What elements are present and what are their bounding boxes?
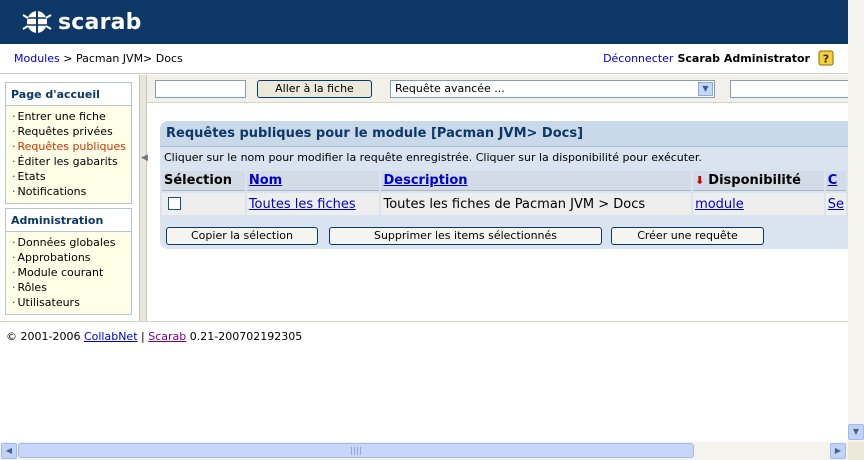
column-description: Description: [381, 171, 692, 191]
query-name-link[interactable]: Toutes les fiches: [249, 197, 356, 212]
breadcrumb: Modules > Pacman JVM> Docs: [14, 52, 183, 65]
user-box: Déconnecter Scarab Administrator ?: [603, 50, 834, 66]
sidebar-item-notifications[interactable]: · Notifications: [12, 184, 131, 199]
sidebar-item-label: Rôles: [17, 281, 47, 294]
breadcrumb-modules-link[interactable]: Modules: [14, 52, 60, 65]
page-footer: © 2001-2006 CollabNet | Scarab 0.21-2007…: [0, 321, 848, 442]
panel-info-text: Cliquer sur le nom pour modifier la requ…: [164, 151, 702, 164]
column-selection: Sélection: [162, 171, 245, 191]
sidebar-item-label: Notifications: [17, 185, 87, 198]
create-query-button[interactable]: Créer une requête: [611, 227, 764, 245]
breadcrumb-path: > Pacman JVM> Docs: [59, 52, 183, 65]
goto-issue-button[interactable]: Aller à la fiche: [257, 80, 372, 98]
home-menu: Page d'accueil · Entrer une fiche · Requêt…: [5, 82, 132, 204]
footer-separator: |: [137, 330, 149, 343]
version-text: 0.21-200702192305: [186, 330, 303, 343]
grip-icon: [351, 447, 361, 455]
logo-text: scarab: [58, 9, 142, 35]
toolbar: Aller à la fiche Requête avancée ... ▼: [147, 75, 848, 103]
sidebar-item-public-queries[interactable]: · Requêtes publiques: [12, 139, 131, 154]
sort-desc-arrow-icon[interactable]: ⬇: [695, 174, 704, 187]
sidebar-item-label: Données globales: [17, 236, 116, 249]
sort-by-name-link[interactable]: Nom: [249, 173, 282, 188]
sidebar-item-label: Requêtes publiques: [17, 140, 126, 153]
collabnet-link[interactable]: CollabNet: [84, 330, 138, 343]
row-name-cell: Toutes les fiches: [246, 193, 380, 215]
sidebar-item-label: Utilisateurs: [17, 296, 80, 309]
panel-header: Requêtes publiques pour le module [Pacma…: [160, 121, 848, 147]
scroll-corner: [848, 442, 864, 460]
sidebar: Page d'accueil · Entrer une fiche · Requêt…: [0, 75, 147, 321]
row-select-cell: [162, 193, 245, 215]
query-select[interactable]: Requête avancée ... ▼: [390, 80, 715, 98]
sidebar-item-users[interactable]: · Utilisateurs: [12, 295, 131, 310]
panel-title: Requêtes publiques pour le module [Pacma…: [166, 126, 584, 141]
home-menu-title: Page d'accueil: [6, 83, 131, 106]
scarab-logo-icon: [22, 11, 52, 33]
sidebar-item-private-queries[interactable]: · Requêtes privées: [12, 124, 131, 139]
issue-id-input[interactable]: [155, 80, 246, 98]
user-name: Scarab Administrator: [677, 51, 810, 65]
queries-table: Sélection Nom Description ⬇ Disponibilité…: [160, 169, 848, 217]
sidebar-item-label: Module courant: [17, 266, 104, 279]
collapse-arrow-icon[interactable]: ◀: [141, 153, 148, 163]
sidebar-item-roles[interactable]: · Rôles: [12, 280, 131, 295]
svg-text:?: ?: [823, 53, 829, 66]
row-availability-cell: module: [693, 193, 824, 215]
admin-menu-title: Administration: [6, 209, 131, 232]
sidebar-item-approvals[interactable]: · Approbations: [12, 250, 131, 265]
sort-by-description-link[interactable]: Description: [383, 173, 467, 188]
breadcrumb-bar: Modules > Pacman JVM> Docs Déconnecter S…: [0, 44, 848, 74]
row-extra-link[interactable]: Se: [828, 197, 844, 212]
row-extra-cell: Se: [825, 193, 846, 215]
horizontal-scroll-thumb[interactable]: [18, 443, 694, 458]
column-availability[interactable]: ⬇ Disponibilité: [693, 171, 824, 191]
sort-by-extra-link[interactable]: C: [828, 173, 838, 188]
scarab-link[interactable]: Scarab: [148, 330, 186, 343]
scarab-logo[interactable]: scarab: [22, 8, 142, 36]
column-selection-label: Sélection: [164, 173, 233, 188]
column-availability-label: Disponibilité: [708, 173, 801, 188]
logout-link[interactable]: Déconnecter: [603, 52, 673, 65]
admin-menu: Administration · Données globales · Approb…: [5, 208, 132, 315]
sidebar-item-current-module[interactable]: · Module courant: [12, 265, 131, 280]
sidebar-splitter[interactable]: ◀: [139, 75, 148, 322]
row-checkbox[interactable]: [168, 197, 181, 210]
run-query-link[interactable]: module: [695, 197, 744, 212]
query-select-value: Requête avancée ...: [395, 82, 505, 95]
chevron-down-icon[interactable]: ▼: [698, 82, 713, 96]
scroll-right-arrow-icon[interactable]: ▶: [830, 443, 846, 459]
sidebar-item-global-data[interactable]: · Données globales: [12, 235, 131, 250]
sidebar-item-edit-templates[interactable]: · Éditer les gabarits: [12, 154, 131, 169]
row-description-cell: Toutes les fiches de Pacman JVM > Docs: [381, 193, 692, 215]
scroll-left-arrow-icon[interactable]: ◀: [1, 443, 17, 459]
vertical-scrollbar[interactable]: ▼: [848, 0, 864, 442]
scroll-down-arrow-icon[interactable]: ▼: [848, 424, 864, 440]
table-header-row: Sélection Nom Description ⬇ Disponibilité…: [162, 171, 846, 191]
app-header: scarab: [0, 0, 864, 44]
sidebar-item-label: Éditer les gabarits: [17, 155, 118, 168]
help-icon[interactable]: ?: [818, 50, 834, 66]
sidebar-item-label: Approbations: [17, 251, 91, 264]
sidebar-item-label: Entrer une fiche: [17, 110, 106, 123]
copy-selection-button[interactable]: Copier la sélection: [166, 227, 318, 245]
table-row: Toutes les fiches Toutes les fiches de P…: [162, 193, 846, 215]
delete-selected-button[interactable]: Supprimer les items sélectionnés: [329, 227, 602, 245]
sidebar-item-enter-issue[interactable]: · Entrer une fiche: [12, 109, 131, 124]
sidebar-item-reports[interactable]: · Etats: [12, 169, 131, 184]
copyright-text: © 2001-2006: [6, 330, 84, 343]
panel-actions: Copier la sélection Supprimer les items …: [160, 225, 848, 247]
column-name: Nom: [246, 171, 380, 191]
public-queries-panel: Requêtes publiques pour le module [Pacma…: [160, 121, 848, 249]
sidebar-item-label: Etats: [17, 170, 46, 183]
panel-body: Cliquer sur le nom pour modifier la requ…: [160, 147, 848, 249]
column-extra: C: [825, 171, 846, 191]
footer-text: © 2001-2006 CollabNet | Scarab 0.21-2007…: [6, 330, 302, 343]
sidebar-item-label: Requêtes privées: [17, 125, 113, 138]
quick-search-input[interactable]: [730, 80, 848, 98]
